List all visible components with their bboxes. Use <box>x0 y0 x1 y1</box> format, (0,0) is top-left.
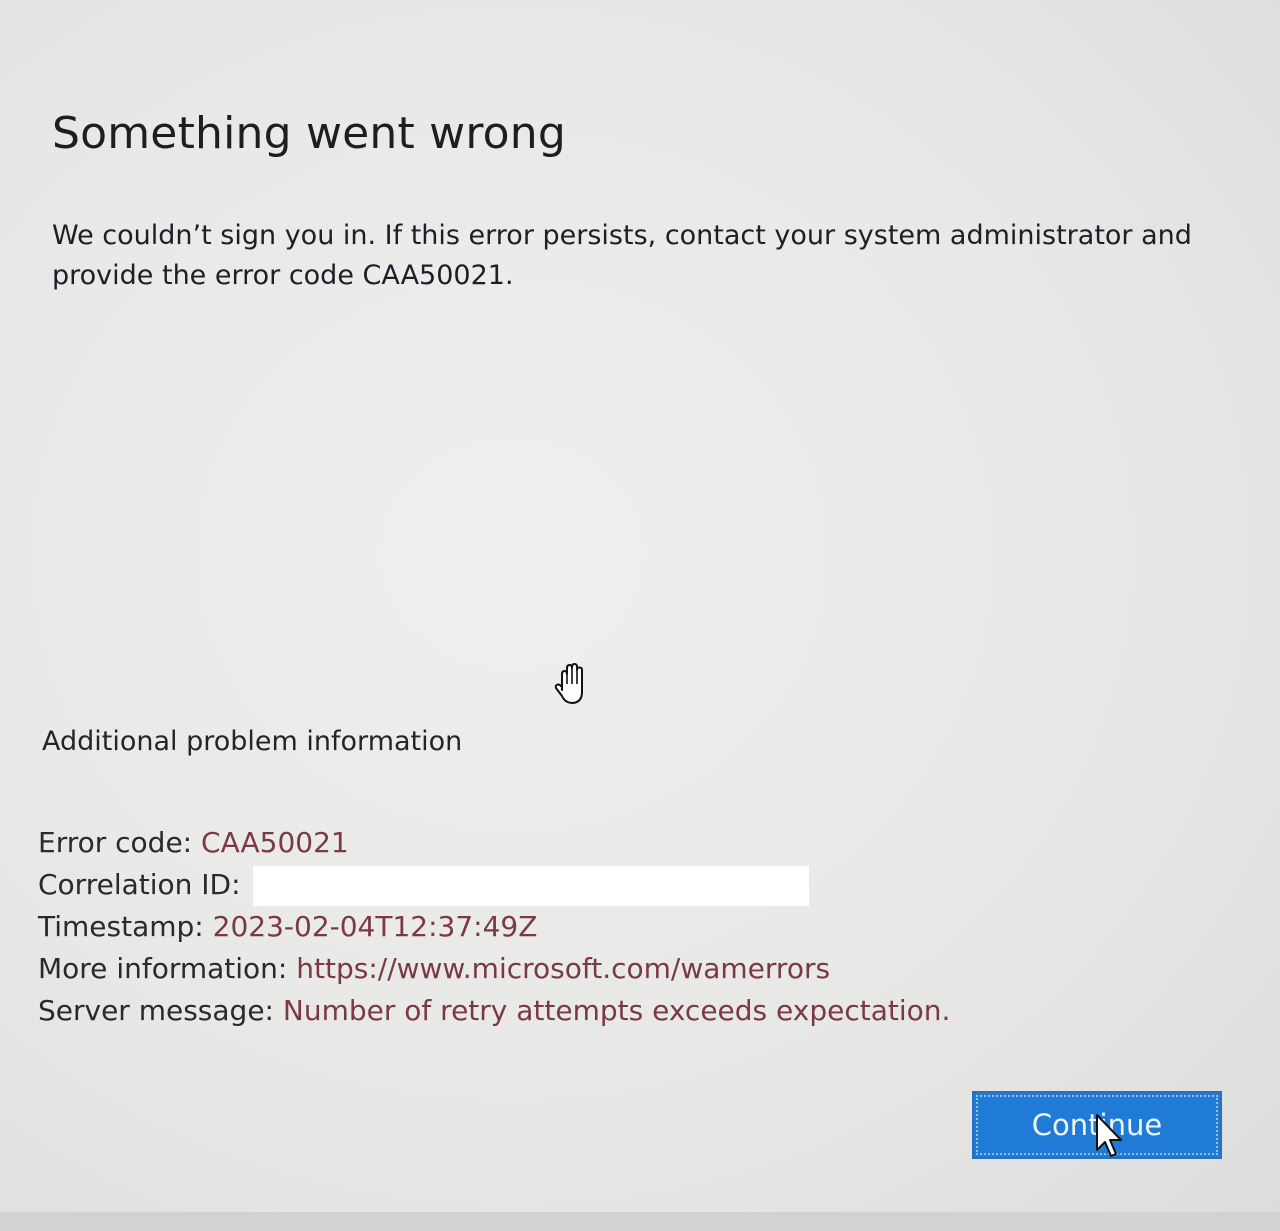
more-info-link[interactable]: https://www.microsoft.com/wamerrors <box>296 952 830 985</box>
server-message-label: Server message: <box>38 994 274 1027</box>
hand-cursor-icon <box>554 663 583 704</box>
arrow-cursor-icon <box>1096 1114 1122 1157</box>
correlation-id-row: Correlation ID: <box>38 864 950 906</box>
additional-info-heading: Additional problem information <box>42 726 463 757</box>
error-code-label: Error code: <box>38 826 193 859</box>
error-code-row: Error code: CAA50021 <box>38 822 950 864</box>
error-message: We couldn’t sign you in. If this error p… <box>52 220 1192 291</box>
dialog-title: Something went wrong <box>52 108 566 159</box>
timestamp-label: Timestamp: <box>38 910 204 943</box>
server-message-value: Number of retry attempts exceeds expecta… <box>282 994 951 1027</box>
error-code-value: CAA50021 <box>201 826 349 859</box>
server-message-row: Server message: Number of retry attempts… <box>38 990 950 1032</box>
error-dialog: Something went wrong We couldn’t sign yo… <box>0 0 1280 1231</box>
more-info-row: More information: https://www.microsoft.… <box>38 948 950 990</box>
timestamp-row: Timestamp: 2023-02-04T12:37:49Z <box>38 906 950 948</box>
timestamp-value: 2023-02-04T12:37:49Z <box>212 910 538 943</box>
correlation-id-redacted <box>253 866 810 906</box>
correlation-id-label: Correlation ID: <box>38 868 241 901</box>
background-window-strip <box>0 1212 1280 1231</box>
more-info-label: More information: <box>38 952 288 985</box>
additional-info-list: Error code: CAA50021 Correlation ID: Tim… <box>38 822 950 1032</box>
